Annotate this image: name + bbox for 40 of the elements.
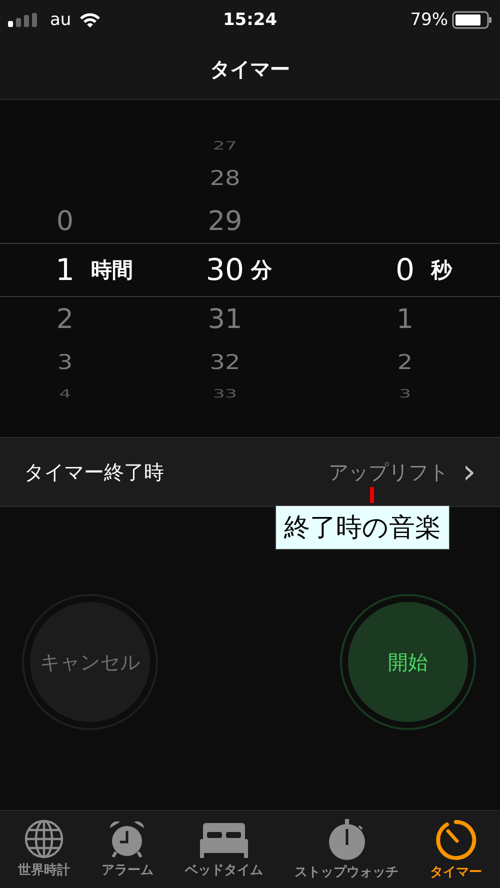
picker-option[interactable]: 3 (385, 387, 425, 401)
timer-icon (435, 819, 478, 861)
timer-end-row[interactable]: タイマー終了時 アップリフト › (0, 437, 500, 507)
picker-value[interactable]: 1 (45, 252, 85, 288)
stopwatch-icon (326, 819, 367, 861)
tab[interactable]: ストップウォッチ (294, 819, 399, 888)
picker-value[interactable]: 30 (205, 252, 245, 288)
picker-option[interactable]: 28 (205, 166, 245, 190)
row-label: タイマー終了時 (24, 458, 165, 486)
picker-option[interactable]: 1 (385, 304, 425, 334)
cancel-button[interactable]: キャンセル (30, 602, 150, 722)
carrier: au (50, 10, 72, 30)
wifi-icon (79, 12, 102, 28)
start-button[interactable]: 開始 (348, 602, 468, 722)
battery-percent: 79% (410, 10, 448, 30)
callout-label: 終了時の音楽 (275, 505, 450, 550)
picker-option[interactable]: 3 (45, 350, 85, 374)
tab[interactable]: ベッドタイム (184, 819, 263, 888)
picker-option[interactable]: 4 (45, 387, 85, 401)
picker-option[interactable]: 27 (205, 139, 245, 153)
clock: 15:24 (222, 10, 278, 30)
picker-option[interactable]: 32 (205, 350, 245, 374)
globe-icon (24, 819, 64, 859)
picker-option[interactable]: 33 (205, 387, 245, 401)
battery-icon (452, 11, 492, 29)
picker-unit: 分 (251, 257, 272, 284)
chevron-icon: › (462, 455, 476, 489)
screen-title: タイマー (210, 56, 290, 83)
picker-option[interactable]: 2 (385, 350, 425, 374)
picker-option[interactable]: 0 (45, 206, 85, 236)
tab[interactable]: 世界時計 (18, 819, 70, 888)
tab[interactable]: タイマー (430, 819, 482, 888)
picker-value[interactable]: 0 (385, 252, 425, 288)
tab[interactable]: アラーム (101, 819, 154, 888)
row-value: アップリフト (328, 458, 448, 486)
picker-unit: 時間 (91, 257, 133, 284)
picker-unit: 秒 (431, 257, 452, 284)
picker-option[interactable]: 29 (205, 206, 245, 236)
picker-option[interactable]: 2 (45, 304, 85, 334)
picker-option[interactable]: 31 (205, 304, 245, 334)
